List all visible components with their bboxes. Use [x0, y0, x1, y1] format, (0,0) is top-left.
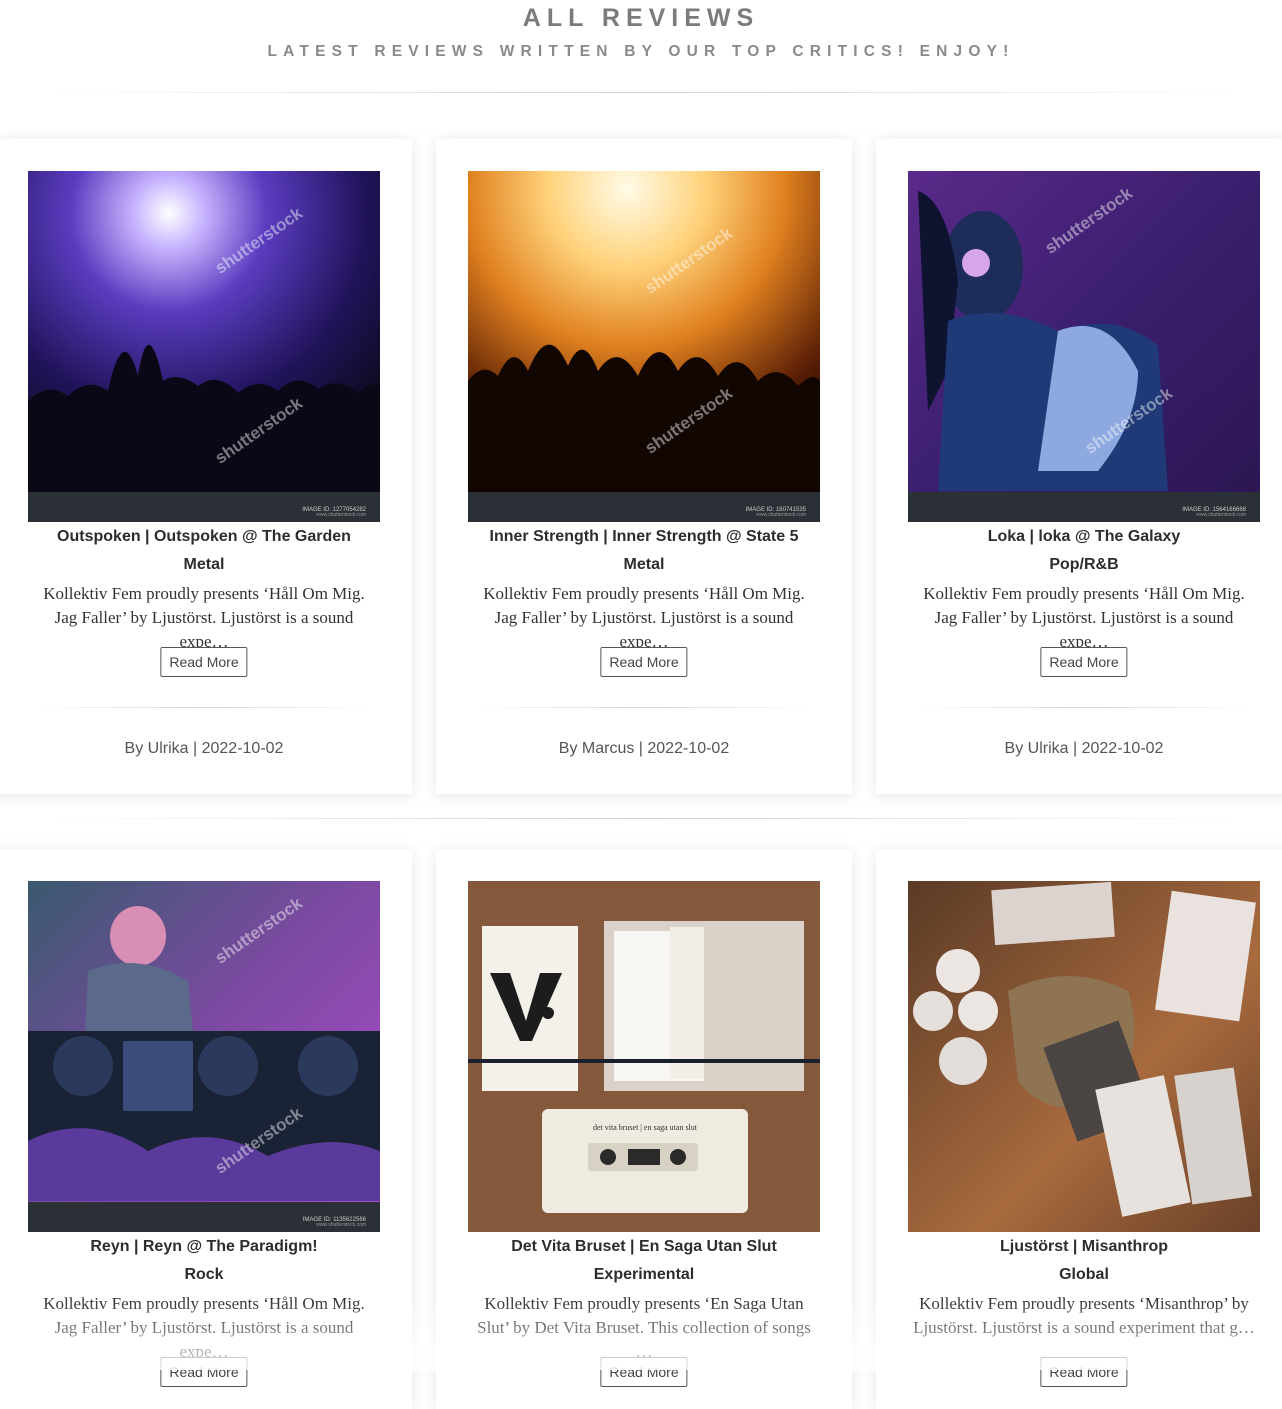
- review-author-date: By Ulrika | 2022-10-02: [124, 740, 284, 757]
- review-excerpt: Kollektiv Fem proudly presents ‘Misanthr…: [913, 1294, 1255, 1337]
- review-card: shutterstock shutterstock IMAGE ID: 1135…: [0, 849, 412, 1409]
- read-more-button[interactable]: Read More: [1040, 647, 1128, 677]
- card-divider: [36, 707, 372, 708]
- cassette-label: det vita bruset | en saga utan slut: [592, 1123, 698, 1132]
- review-card: shutterstock shutterstock IMAGE ID: 1607…: [436, 139, 852, 794]
- read-more-button[interactable]: Read More: [600, 647, 688, 677]
- review-excerpt: Kollektiv Fem proudly presents ‘Håll Om …: [923, 584, 1245, 651]
- cassette-photo: [468, 881, 820, 1232]
- card-divider: [476, 707, 812, 708]
- review-heading[interactable]: Ljustörst | Misanthrop: [876, 1237, 1282, 1257]
- review-card: shutterstock shutterstock IMAGE ID: 1277…: [0, 139, 412, 794]
- cassettes-and-pins-photo: [908, 881, 1260, 1232]
- concert-photo: [468, 171, 820, 522]
- concert-photo: [28, 171, 380, 522]
- review-excerpt: Kollektiv Fem proudly presents ‘Håll Om …: [483, 584, 805, 651]
- image-site-label: www.shutterstock.com: [316, 512, 366, 518]
- review-genre: Experimental: [593, 1266, 695, 1283]
- image-caption-band: IMAGE ID: 160741535 www.shutterstock.com: [468, 492, 820, 522]
- review-author-date: By Ulrika | 2022-10-02: [1004, 740, 1164, 757]
- review-genre: Rock: [184, 1266, 224, 1283]
- review-genre: Metal: [623, 556, 665, 573]
- review-image[interactable]: det vita bruset | en saga utan slut: [468, 881, 820, 1232]
- image-caption-band: IMAGE ID: 1135622566 www.shutterstock.co…: [28, 1202, 380, 1232]
- review-image[interactable]: shutterstock shutterstock IMAGE ID: 1607…: [468, 171, 820, 522]
- read-more-button[interactable]: Read More: [1040, 1357, 1128, 1387]
- review-card: Ljustörst | Misanthrop Global Kollektiv …: [876, 849, 1282, 1409]
- review-heading[interactable]: Inner Strength | Inner Strength @ State …: [436, 527, 852, 547]
- read-more-button[interactable]: Read More: [600, 1357, 688, 1387]
- review-excerpt: Kollektiv Fem proudly presents ‘En Saga …: [477, 1294, 811, 1361]
- review-heading[interactable]: Loka | loka @ The Galaxy: [876, 527, 1282, 547]
- page-title: ALL REVIEWS: [522, 4, 760, 32]
- review-heading[interactable]: Outspoken | Outspoken @ The Garden: [0, 527, 412, 547]
- review-image[interactable]: [908, 881, 1260, 1232]
- review-genre: Metal: [183, 556, 225, 573]
- header-divider: [40, 92, 1248, 93]
- image-caption-band: IMAGE ID: 1564166668 www.shutterstock.co…: [908, 492, 1260, 522]
- image-site-label: www.shutterstock.com: [1196, 512, 1246, 518]
- image-caption-band: IMAGE ID: 1277054282 www.shutterstock.co…: [28, 492, 380, 522]
- review-genre: Pop/R&B: [1049, 556, 1119, 573]
- review-card: det vita bruset | en saga utan slut Det …: [436, 849, 852, 1409]
- review-image[interactable]: shutterstock shutterstock IMAGE ID: 1564…: [908, 171, 1260, 522]
- dj-photo: [28, 881, 380, 1232]
- read-more-button[interactable]: Read More: [160, 1357, 248, 1387]
- image-site-label: www.shutterstock.com: [756, 512, 806, 518]
- review-image[interactable]: shutterstock shutterstock IMAGE ID: 1277…: [28, 171, 380, 522]
- review-heading[interactable]: Reyn | Reyn @ The Paradigm!: [0, 1237, 412, 1257]
- review-image[interactable]: shutterstock shutterstock IMAGE ID: 1135…: [28, 881, 380, 1232]
- row-divider: [40, 818, 1248, 819]
- review-excerpt: Kollektiv Fem proudly presents ‘Håll Om …: [43, 584, 365, 651]
- review-excerpt: Kollektiv Fem proudly presents ‘Håll Om …: [43, 1294, 365, 1361]
- review-author-date: By Marcus | 2022-10-02: [558, 740, 730, 757]
- card-divider: [916, 707, 1252, 708]
- image-site-label: www.shutterstock.com: [316, 1222, 366, 1228]
- review-card: shutterstock shutterstock IMAGE ID: 1564…: [876, 139, 1282, 794]
- review-genre: Global: [1059, 1266, 1109, 1283]
- read-more-button[interactable]: Read More: [160, 647, 248, 677]
- page-subtitle: LATEST REVIEWS WRITTEN BY OUR TOP CRITIC…: [267, 43, 1015, 60]
- review-heading[interactable]: Det Vita Bruset | En Saga Utan Slut: [436, 1237, 852, 1257]
